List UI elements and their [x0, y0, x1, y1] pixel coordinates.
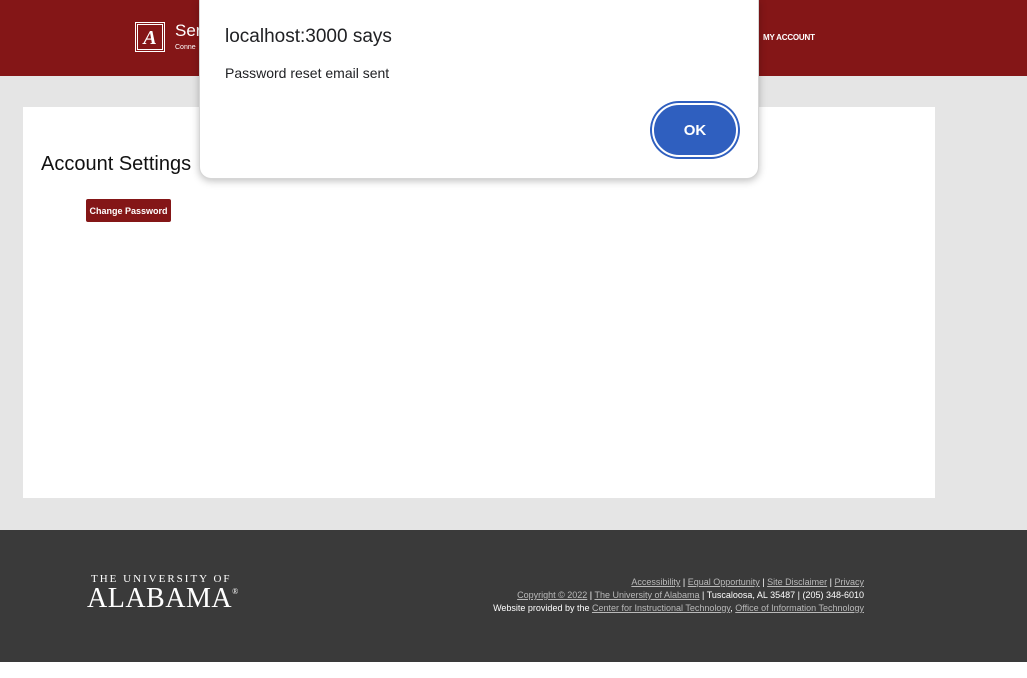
dialog-message: Password reset email sent [225, 65, 390, 81]
university-wordmark-main: ALABAMA [87, 583, 233, 614]
oit-link[interactable]: Office of Information Technology [735, 603, 864, 613]
privacy-link[interactable]: Privacy [834, 577, 864, 587]
university-link[interactable]: The University of Alabama [594, 590, 699, 600]
change-password-button[interactable]: Change Password [86, 199, 171, 222]
provided-by-text: Website provided by the [493, 603, 590, 613]
site-subtitle: Conne [175, 44, 196, 51]
alert-dialog: localhost:3000 says Password reset email… [199, 0, 759, 179]
page-bottom-strip [0, 662, 1027, 678]
page: A Ser Conne MY ACCOUNT Account Settings … [0, 0, 1027, 678]
dialog-title: localhost:3000 says [225, 26, 392, 47]
site-title[interactable]: Ser [175, 21, 201, 41]
footer-links-row-1: Accessibility | Equal Opportunity | Site… [631, 577, 864, 587]
footer-links-row-3: Website provided by the Center for Instr… [493, 603, 864, 613]
equal-opportunity-link[interactable]: Equal Opportunity [688, 577, 760, 587]
nav-my-account-link[interactable]: MY ACCOUNT [763, 33, 815, 42]
copyright-link[interactable]: Copyright © 2022 [517, 590, 587, 600]
registered-mark: ® [232, 587, 239, 596]
accessibility-link[interactable]: Accessibility [631, 577, 680, 587]
footer-links-row-2: Copyright © 2022 | The University of Ala… [517, 590, 864, 600]
university-wordmark[interactable]: ALABAMA® [87, 583, 239, 615]
cit-link[interactable]: Center for Instructional Technology [592, 603, 730, 613]
svg-text:A: A [141, 27, 156, 49]
page-title: Account Settings [41, 153, 192, 175]
site-disclaimer-link[interactable]: Site Disclaimer [767, 577, 827, 587]
footer-links: Accessibility | Equal Opportunity | Site… [440, 576, 864, 615]
script-a-logo-icon[interactable]: A [135, 22, 165, 52]
address-text: Tuscaloosa, AL 35487 | (205) 348-6010 [706, 590, 864, 600]
ok-button[interactable]: OK [652, 103, 738, 157]
